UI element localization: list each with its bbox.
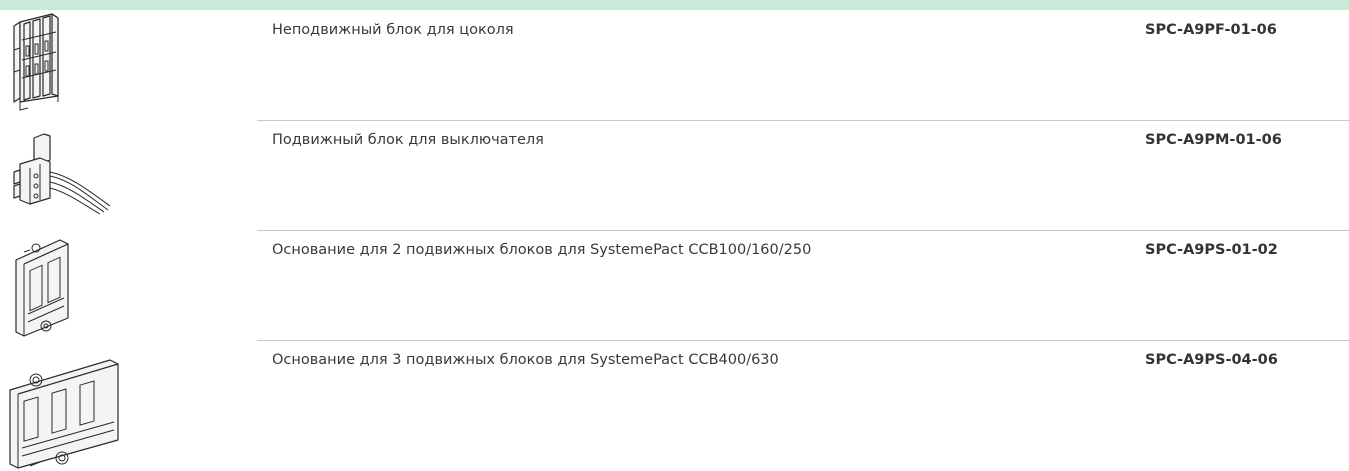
product-reference: SPC-A9PS-04-06 <box>1145 352 1278 368</box>
product-row: Неподвижный блок для цоколя SPC-A9PF-01-… <box>0 10 1349 120</box>
product-row: Основание для 2 подвижных блоков для Sys… <box>0 230 1349 340</box>
row-divider <box>257 230 1349 231</box>
product-reference: SPC-A9PF-01-06 <box>1145 22 1277 38</box>
row-divider <box>257 120 1349 121</box>
product-row: Основание для 3 подвижных блоков для Sys… <box>0 340 1349 471</box>
fixed-block-icon <box>0 10 130 120</box>
support-3-blocks-icon <box>0 340 130 471</box>
product-description: Подвижный блок для выключателя <box>272 132 544 148</box>
product-reference: SPC-A9PM-01-06 <box>1145 132 1282 148</box>
product-description: Неподвижный блок для цоколя <box>272 22 514 38</box>
header-accent-bar <box>0 0 1349 10</box>
product-row: Подвижный блок для выключателя SPC-A9PM-… <box>0 120 1349 230</box>
product-list: Неподвижный блок для цоколя SPC-A9PF-01-… <box>0 10 1349 471</box>
row-divider <box>257 340 1349 341</box>
support-2-blocks-icon <box>0 230 130 340</box>
product-description: Основание для 3 подвижных блоков для Sys… <box>272 352 779 368</box>
product-description: Основание для 2 подвижных блоков для Sys… <box>272 242 812 258</box>
moving-block-icon <box>0 120 130 230</box>
product-reference: SPC-A9PS-01-02 <box>1145 242 1278 258</box>
